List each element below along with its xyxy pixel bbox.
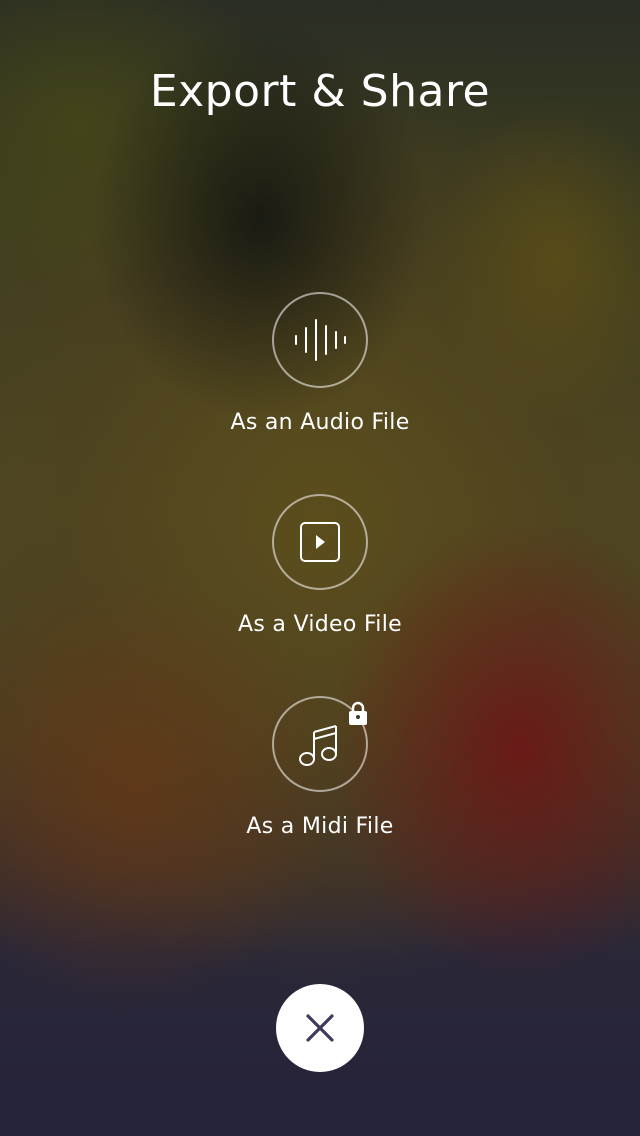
page-title: Export & Share [149,66,491,117]
export-midi-label: As a Midi File [246,814,394,839]
export-video-button[interactable] [272,494,368,590]
export-midi-option[interactable]: As a Midi File [170,696,470,856]
export-video-label: As a Video File [238,612,402,637]
waveform-icon [295,319,346,361]
export-audio-button[interactable] [272,292,368,388]
export-audio-option[interactable]: As an Audio File [170,292,470,452]
lock-icon [349,701,367,725]
play-icon [300,522,340,562]
export-audio-label: As an Audio File [230,410,410,435]
close-button[interactable] [276,984,364,1072]
export-video-option[interactable]: As a Video File [170,494,470,654]
close-icon [306,1014,334,1042]
